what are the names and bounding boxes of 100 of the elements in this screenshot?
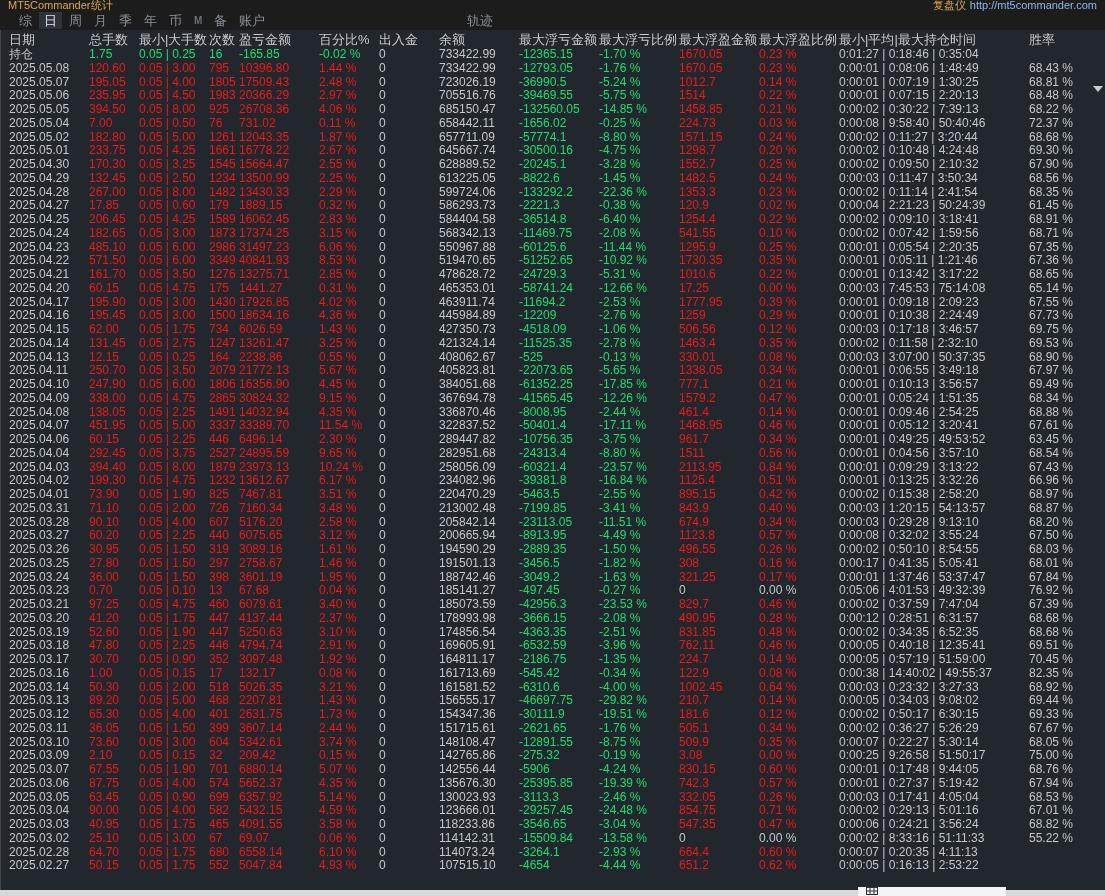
table-cell-text: 0 <box>379 639 387 653</box>
table-cell-text: 6880.14 <box>239 763 284 777</box>
tab[interactable]: 季 <box>114 11 137 29</box>
table-cell-text: 0 <box>379 281 387 296</box>
table-cell-text: 0.05 | 1.75 <box>139 611 197 626</box>
table-cell-text: 2.44 % <box>319 721 358 736</box>
table-cell-text: 0.34 % <box>759 433 798 447</box>
table-cell-text: 161.70 <box>89 268 127 282</box>
table-cell-text: 0:00:02 | 0:10:48 | 4:24:48 <box>839 144 980 158</box>
table-cell-text: 825 <box>209 488 231 502</box>
table-cell-text: 490.95 <box>679 611 717 626</box>
table-cell-text: 2025.04.09 <box>9 391 71 406</box>
tab[interactable]: 轨迹 <box>462 11 499 29</box>
table-cell-text: 0.05 | 1.75 <box>139 859 197 873</box>
table-cell-text: 478628.72 <box>439 268 497 282</box>
tab[interactable]: 周 <box>64 11 87 29</box>
table-cell-text: 2079 <box>209 364 237 378</box>
table-cell-text: -6310.6 <box>519 680 561 695</box>
table-cell-text: -11.51 % <box>599 515 648 530</box>
scroll-down-icon[interactable] <box>1093 86 1103 92</box>
table-cell-text: 0.32 % <box>319 199 358 213</box>
table-cell-text: 68.03 % <box>1029 543 1075 557</box>
table-cell-text: 69.44 % <box>1029 694 1075 708</box>
table-cell-text: 628889.52 <box>439 158 497 172</box>
table-cell-text: 1.44 % <box>319 61 358 76</box>
table-cell-text: -7199.85 <box>519 501 568 516</box>
table-cell-text: 209.42 <box>239 749 277 763</box>
tab[interactable]: 币 <box>164 11 187 29</box>
table-cell-text: 1.73 % <box>319 708 358 722</box>
table-cell-text: 2025.04.16 <box>9 309 71 323</box>
column-header: 总手数 <box>89 32 129 48</box>
table-cell-text: 0.14 % <box>759 75 798 90</box>
table-cell-text: 0.05 | 0.25 <box>139 48 197 62</box>
table-cell-text: -2.76 % <box>599 309 642 323</box>
table-cell-text: 0 <box>379 350 387 365</box>
table-cell-text: 87.75 <box>89 776 121 791</box>
table-cell-text: 0 <box>379 460 387 475</box>
table-cell-text: 0.60 % <box>759 845 798 860</box>
table-cell-text: 67.39 % <box>1029 598 1075 612</box>
table-cell-text: -1.63 % <box>599 570 642 585</box>
table-cell-text: 0.05 | 0.60 <box>139 199 197 213</box>
table-cell-text: 0:00:01 | 0:05:11 | 1:21:46 <box>839 254 979 268</box>
table-cell-text: 0.05 | 4.00 <box>139 804 197 818</box>
table-cell-text: 0:00:01 | 0:09:18 | 2:09:23 <box>839 295 980 310</box>
tab[interactable]: 年 <box>139 11 162 29</box>
table-cell-text: 0.05 | 3.00 <box>139 61 197 76</box>
table-cell-text: 67.84 % <box>1029 570 1075 585</box>
table-cell-text: 13275.71 <box>239 268 291 282</box>
table-cell-text: -525 <box>519 350 545 365</box>
table-cell-text: 0 <box>379 570 387 585</box>
table-cell-text: 1441.27 <box>239 281 284 296</box>
table-cell-text: 742.3 <box>679 776 711 791</box>
tab[interactable]: 备 <box>209 11 233 29</box>
website-link[interactable]: http://mt5commander.com <box>969 0 1097 10</box>
table-cell-text: 0.39 % <box>759 295 798 310</box>
table-cell-text: 220470.29 <box>439 488 497 502</box>
grid-icon[interactable] <box>866 887 878 895</box>
table-cell-text: 2238.86 <box>239 350 284 365</box>
table-cell-text: 2.37 % <box>319 611 358 626</box>
tab[interactable]: 月 <box>89 11 112 29</box>
table-cell-text: 574 <box>209 776 231 791</box>
table-cell-text: 0.24 % <box>759 171 798 186</box>
table-cell-text: 2025.04.03 <box>9 460 71 475</box>
table-cell-text: 14032.94 <box>239 405 291 420</box>
table-cell-text: 0.00 % <box>759 584 798 598</box>
table-cell-text: 1589 <box>209 213 237 227</box>
table-cell-text: 0.05 | 3.75 <box>139 446 197 461</box>
table-cell-text: 468 <box>209 694 231 708</box>
table-cell-text: 15664.47 <box>239 158 291 172</box>
table-cell-text: 32 <box>209 749 224 763</box>
table-cell-text: 0 <box>379 323 387 337</box>
table-cell-text: 0:05:06 | 4:01:53 | 49:32:39 <box>839 584 987 598</box>
table-cell-text: 447 <box>209 625 231 640</box>
table-cell-text: 2025.03.06 <box>9 776 71 791</box>
column-header: 日期 <box>9 32 36 48</box>
tab[interactable]: 账户 <box>234 11 271 29</box>
table-cell-text: 1511 <box>679 446 706 461</box>
table-cell-text: 463911.74 <box>439 295 496 310</box>
table-cell-text: -3.41 % <box>599 501 642 516</box>
column-header: 盈亏金额 <box>239 32 292 48</box>
table-cell-text: 1234 <box>209 171 237 186</box>
table-cell-text: 509.9 <box>679 735 711 750</box>
table-cell-text: 0.60 % <box>759 763 798 777</box>
table-cell-text: 2.83 % <box>319 213 358 227</box>
table-cell-text: 1983 <box>209 89 237 103</box>
table-cell-text: 0 <box>379 790 387 805</box>
table-cell-text: -1.76 % <box>599 721 642 736</box>
table-cell-text: 0 <box>379 378 387 392</box>
table-cell-text: 0 <box>379 103 387 117</box>
table-cell-text: 30824.32 <box>239 391 291 406</box>
tab[interactable]: 日 <box>39 11 62 29</box>
table-cell-text: 2.29 % <box>319 185 358 200</box>
table-cell-text: 0 <box>679 584 687 598</box>
table-cell-text: 658442.11 <box>439 116 496 131</box>
table-cell-text: 0:00:01 | 0:04:56 | 3:57:10 <box>839 446 980 461</box>
table-cell-text: 0.05 | 3.00 <box>139 309 197 323</box>
table-cell-text: -4654 <box>519 859 551 873</box>
table-cell-text: 0:00:06 | 0:24:21 | 3:56:24 <box>839 818 980 832</box>
table-cell-text: 451.95 <box>89 419 127 433</box>
tab[interactable]: 综 <box>14 11 37 29</box>
